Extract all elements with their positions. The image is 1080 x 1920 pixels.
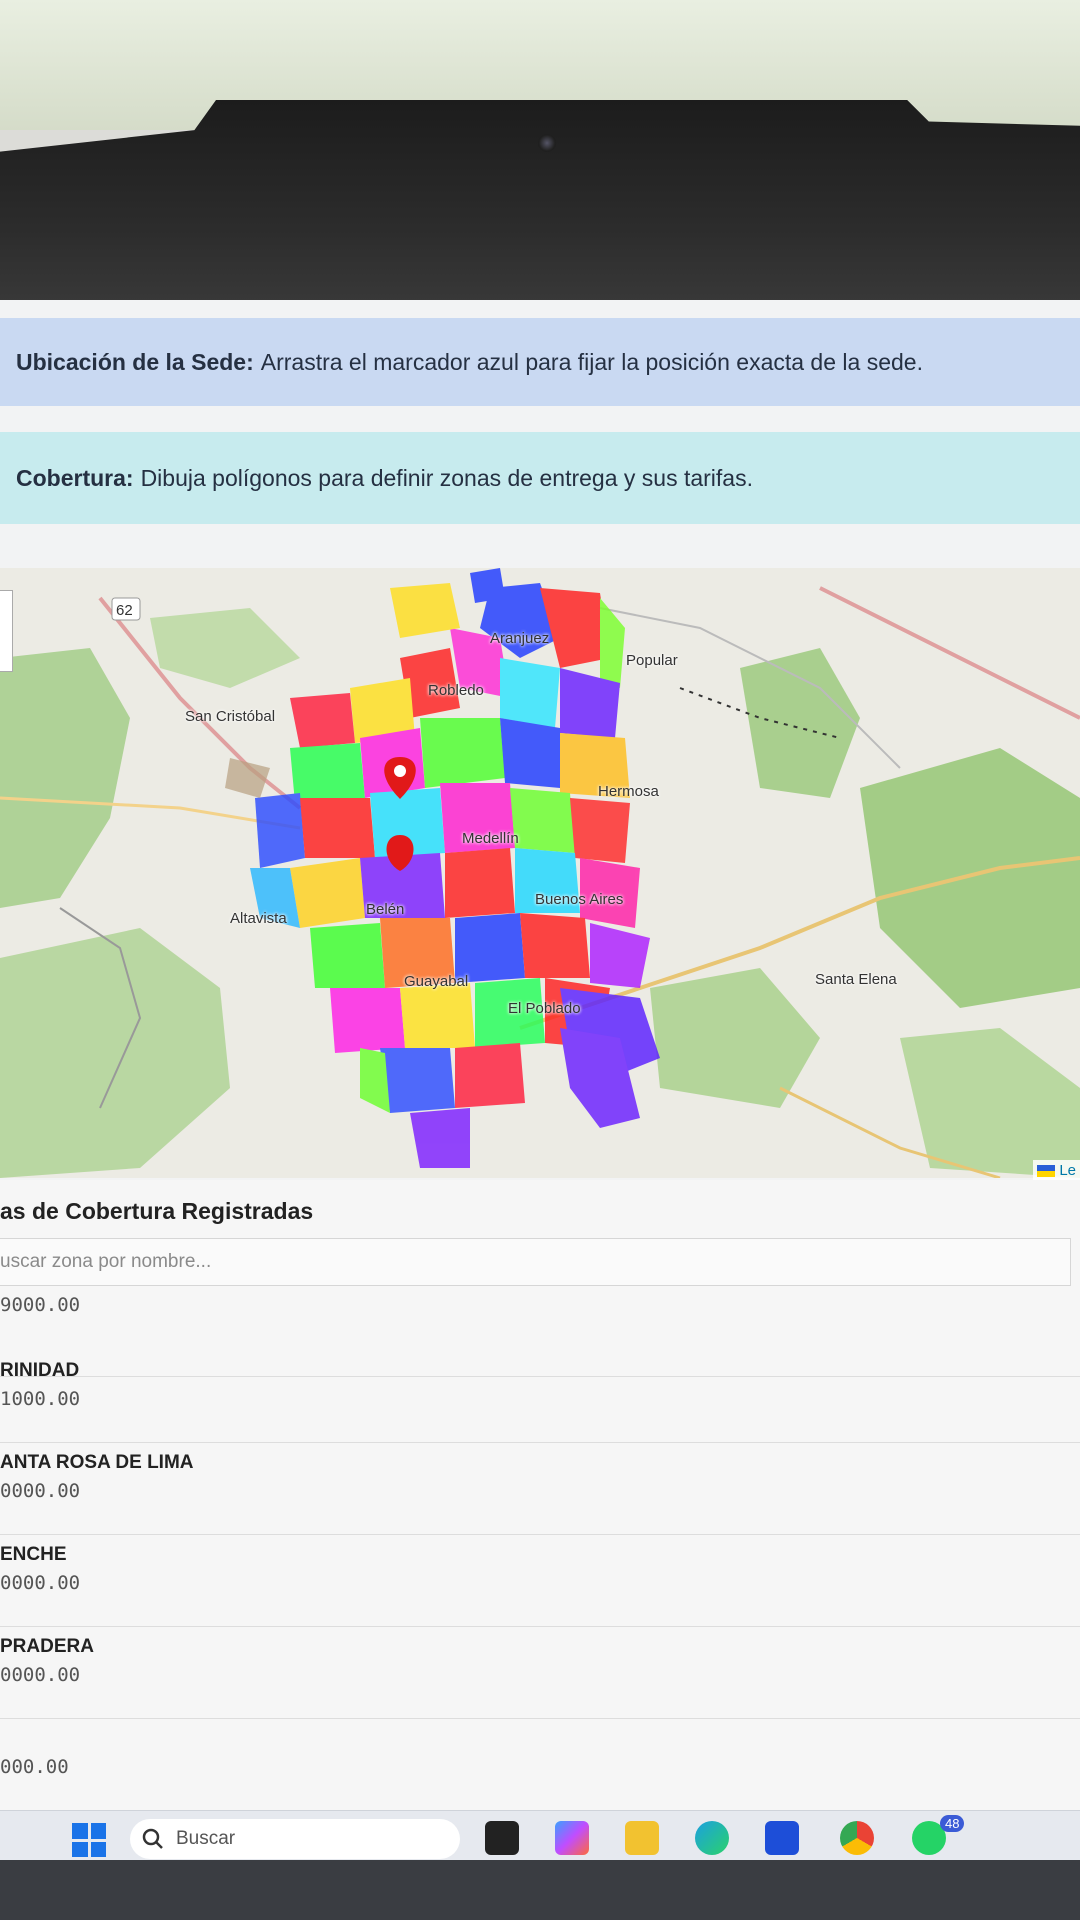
- zone-row[interactable]: ENCHE 0000.00: [0, 1534, 1080, 1627]
- coverage-alert: Cobertura: Dibuja polígonos para definir…: [0, 432, 1080, 524]
- zone-name: ANTA ROSA DE LIMA: [0, 1452, 194, 1473]
- zone-row[interactable]: 000.00: [0, 1718, 1080, 1811]
- task-view-icon[interactable]: [485, 1821, 519, 1855]
- copilot-icon[interactable]: [555, 1821, 589, 1855]
- taskbar-search-label: Buscar: [176, 1828, 236, 1849]
- map-canvas[interactable]: [0, 568, 1080, 1178]
- place-hermosa: Hermosa: [598, 783, 659, 800]
- zone-search-box[interactable]: [0, 1238, 1071, 1286]
- place-aranjuez: Aranjuez: [490, 630, 550, 647]
- zone-price: 0000.00: [0, 1572, 81, 1594]
- zones-panel-title: as de Cobertura Registradas: [0, 1198, 314, 1224]
- zone-row[interactable]: ANTA ROSA DE LIMA 0000.00: [0, 1442, 1080, 1535]
- notification-badge: 48: [940, 1815, 965, 1832]
- zone-price: 9000.00: [0, 1294, 81, 1316]
- taskbar: Buscar 48: [0, 1810, 1080, 1860]
- windows-start-icon[interactable]: [72, 1823, 106, 1857]
- place-medellin: Medellín: [462, 830, 519, 847]
- location-alert: Ubicación de la Sede: Arrastra el marcad…: [0, 318, 1080, 406]
- place-buenos-aires: Buenos Aires: [535, 891, 624, 908]
- zone-price: 1000.00: [0, 1388, 81, 1410]
- ukraine-flag-icon: [1037, 1164, 1056, 1177]
- zone-price: 0000.00: [0, 1664, 81, 1686]
- place-altavista: Altavista: [230, 910, 287, 927]
- laptop-bezel: [0, 100, 1080, 315]
- location-alert-label: Ubicación de la Sede:: [16, 348, 254, 375]
- attribution-text[interactable]: Le: [1059, 1162, 1076, 1179]
- coverage-alert-label: Cobertura:: [16, 464, 134, 491]
- place-popular: Popular: [626, 652, 678, 669]
- store-icon[interactable]: [765, 1821, 799, 1855]
- place-san-cristobal: San Cristóbal: [185, 708, 276, 725]
- zone-row[interactable]: PRADERA 0000.00: [0, 1626, 1080, 1719]
- place-santa-elena: Santa Elena: [815, 971, 897, 988]
- laptop-bottom-bezel: [0, 1860, 1080, 1920]
- zoom-control[interactable]: [0, 590, 13, 672]
- coverage-alert-text: Dibuja polígonos para definir zonas de e…: [140, 464, 753, 491]
- coverage-map[interactable]: 62 San Cristóbal Altavista Popular Hermo…: [0, 568, 1080, 1178]
- zone-price: 000.00: [0, 1756, 69, 1778]
- edge-icon[interactable]: [695, 1821, 729, 1855]
- webcam: [538, 134, 556, 152]
- place-el-poblado: El Poblado: [508, 1000, 581, 1017]
- place-robledo: Robledo: [428, 682, 484, 699]
- location-alert-text: Arrastra el marcador azul para fijar la …: [260, 348, 923, 375]
- place-guayabal: Guayabal: [404, 973, 469, 990]
- place-belen: Belén: [366, 901, 405, 918]
- zones-panel: as de Cobertura Registradas 9000.00 RINI…: [0, 1180, 1080, 1811]
- file-explorer-icon[interactable]: [625, 1821, 659, 1855]
- screen: Ubicación de la Sede: Arrastra el marcad…: [0, 300, 1080, 1860]
- zone-name: ENCHE: [0, 1544, 67, 1565]
- zone-price: 0000.00: [0, 1480, 81, 1502]
- zone-search-input[interactable]: [0, 1250, 1070, 1274]
- taskbar-search[interactable]: Buscar: [130, 1819, 460, 1859]
- chrome-icon[interactable]: [840, 1821, 874, 1855]
- map-attribution[interactable]: Le: [1033, 1160, 1080, 1181]
- road-shield-label: 62: [116, 602, 133, 619]
- zone-name: RINIDAD: [0, 1360, 80, 1381]
- zone-name: PRADERA: [0, 1636, 94, 1657]
- search-icon: [142, 1828, 163, 1849]
- zone-row[interactable]: RINIDAD 1000.00: [0, 1350, 1080, 1443]
